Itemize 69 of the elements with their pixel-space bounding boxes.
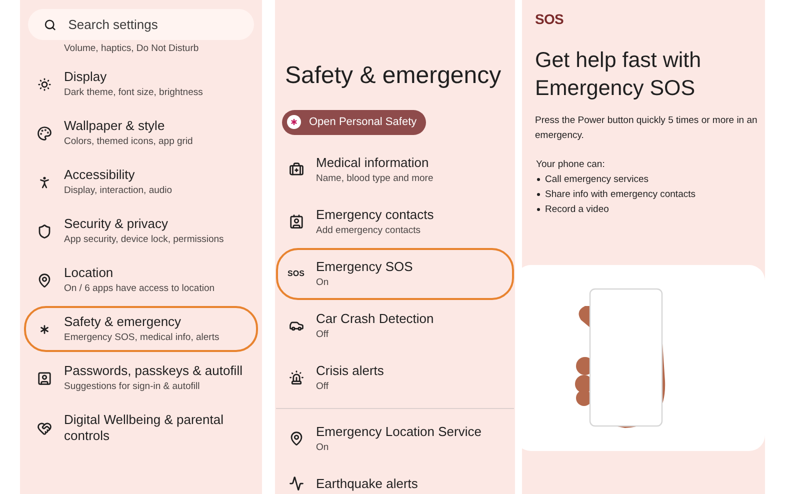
item-subtitle: Colors, themed icons, app grid <box>64 136 193 148</box>
item-title: Safety & emergency <box>64 314 182 330</box>
settings-item[interactable]: Location On / 6 apps have access to location <box>24 257 258 303</box>
item-subtitle: Off <box>316 380 330 392</box>
item-subtitle: Dark theme, font size, brightness <box>64 87 203 99</box>
settings-item[interactable]: Emergency Location Service On <box>276 412 514 464</box>
search-input[interactable]: Search settings <box>68 14 238 34</box>
settings-item[interactable]: Crisis alerts Off <box>276 352 514 404</box>
item-subtitle: Add emergency contacts <box>316 224 422 236</box>
item-subtitle: Off <box>316 328 330 340</box>
sos-description: Press the Power button quickly 5 times or more in an emergency. <box>535 114 758 143</box>
palette-icon <box>36 126 52 140</box>
item-title: Emergency SOS <box>316 258 413 274</box>
item-subtitle: On <box>316 276 330 288</box>
siren-icon <box>288 370 304 385</box>
search-icon <box>44 18 56 32</box>
item-title: Wallpaper & style <box>64 118 166 134</box>
item-title: Digital Wellbeing & parental controls <box>64 412 224 444</box>
medical-kit-icon <box>288 162 304 177</box>
item-subtitle: Name, blood type and more <box>316 172 434 184</box>
seismic-wave-icon <box>288 476 304 491</box>
sos-icon: SOS <box>288 268 304 280</box>
capability-text: Share info with emergency contacts <box>545 188 696 202</box>
capability-text: Call emergency services <box>545 173 648 187</box>
settings-item[interactable]: Passwords, passkeys & autofill Suggestions for sign-in & autofill <box>24 355 258 401</box>
item-title: Car Crash Detection <box>316 310 434 326</box>
settings-item[interactable]: Digital Wellbeing & parental controls <box>24 404 258 452</box>
item-subtitle: On <box>316 442 330 454</box>
item-subtitle: Volume, haptics, Do Not Disturb <box>63 43 200 55</box>
contact-card-icon <box>288 214 304 229</box>
settings-item[interactable]: Car Crash Detection Off <box>276 300 514 352</box>
location-pin-icon <box>36 272 52 288</box>
item-title: Accessibility <box>64 167 136 183</box>
list-heading: Your phone can: <box>536 158 606 172</box>
settings-item[interactable]: Accessibility Display, interaction, audio <box>24 159 258 205</box>
open-personal-safety-chip[interactable]: Open Personal Safety <box>282 110 426 134</box>
item-subtitle: App security, device lock, permissions <box>64 234 224 246</box>
settings-item[interactable]: Earthquake alerts <box>276 464 514 494</box>
display-icon <box>36 76 52 92</box>
item-subtitle: Display, interaction, audio <box>64 185 172 197</box>
item-title: Crisis alerts <box>316 362 384 378</box>
item-title: Earthquake alerts <box>316 476 418 492</box>
search-field[interactable]: Search settings <box>28 9 254 40</box>
item-title: Emergency Location Service <box>316 424 482 440</box>
item-subtitle: Suggestions for sign-in & autofill <box>64 381 201 393</box>
item-title: Emergency contacts <box>316 206 434 222</box>
shield-icon <box>36 224 52 238</box>
settings-item[interactable]: Wallpaper & style Colors, themed icons, app grid <box>24 110 258 156</box>
sos-logo: SOS <box>535 10 565 29</box>
item-title: Passwords, passkeys & autofill <box>64 363 242 379</box>
sos-headline: Get help fast with Emergency SOS <box>535 47 702 102</box>
settings-item[interactable]: SOS Emergency SOS On <box>276 248 514 300</box>
item-subtitle: On / 6 apps have access to location <box>64 283 215 295</box>
id-card-icon <box>36 370 52 386</box>
item-title: Medical information <box>316 154 430 170</box>
item-title: Security & privacy <box>64 216 170 232</box>
settings-item[interactable]: Safety & emergency Emergency SOS, medical info, alerts <box>24 306 258 352</box>
item-subtitle: Emergency SOS, medical info, alerts <box>64 332 220 344</box>
wellbeing-icon <box>36 420 52 436</box>
capability-text: Record a video <box>545 203 609 217</box>
location-pin-icon <box>288 431 304 446</box>
settings-item[interactable]: Medical information Name, blood type and more <box>276 144 514 196</box>
item-title: Display <box>64 69 108 85</box>
item-title: Location <box>64 265 114 281</box>
settings-item[interactable]: Display Dark theme, font size, brightness <box>24 61 258 107</box>
personal-safety-icon <box>287 115 301 130</box>
settings-item[interactable]: Security & privacy App security, device lock, permissions <box>24 208 258 254</box>
settings-item[interactable]: Emergency contacts Add emergency contacts <box>276 196 514 248</box>
page-title: Safety & emergency <box>285 62 502 90</box>
